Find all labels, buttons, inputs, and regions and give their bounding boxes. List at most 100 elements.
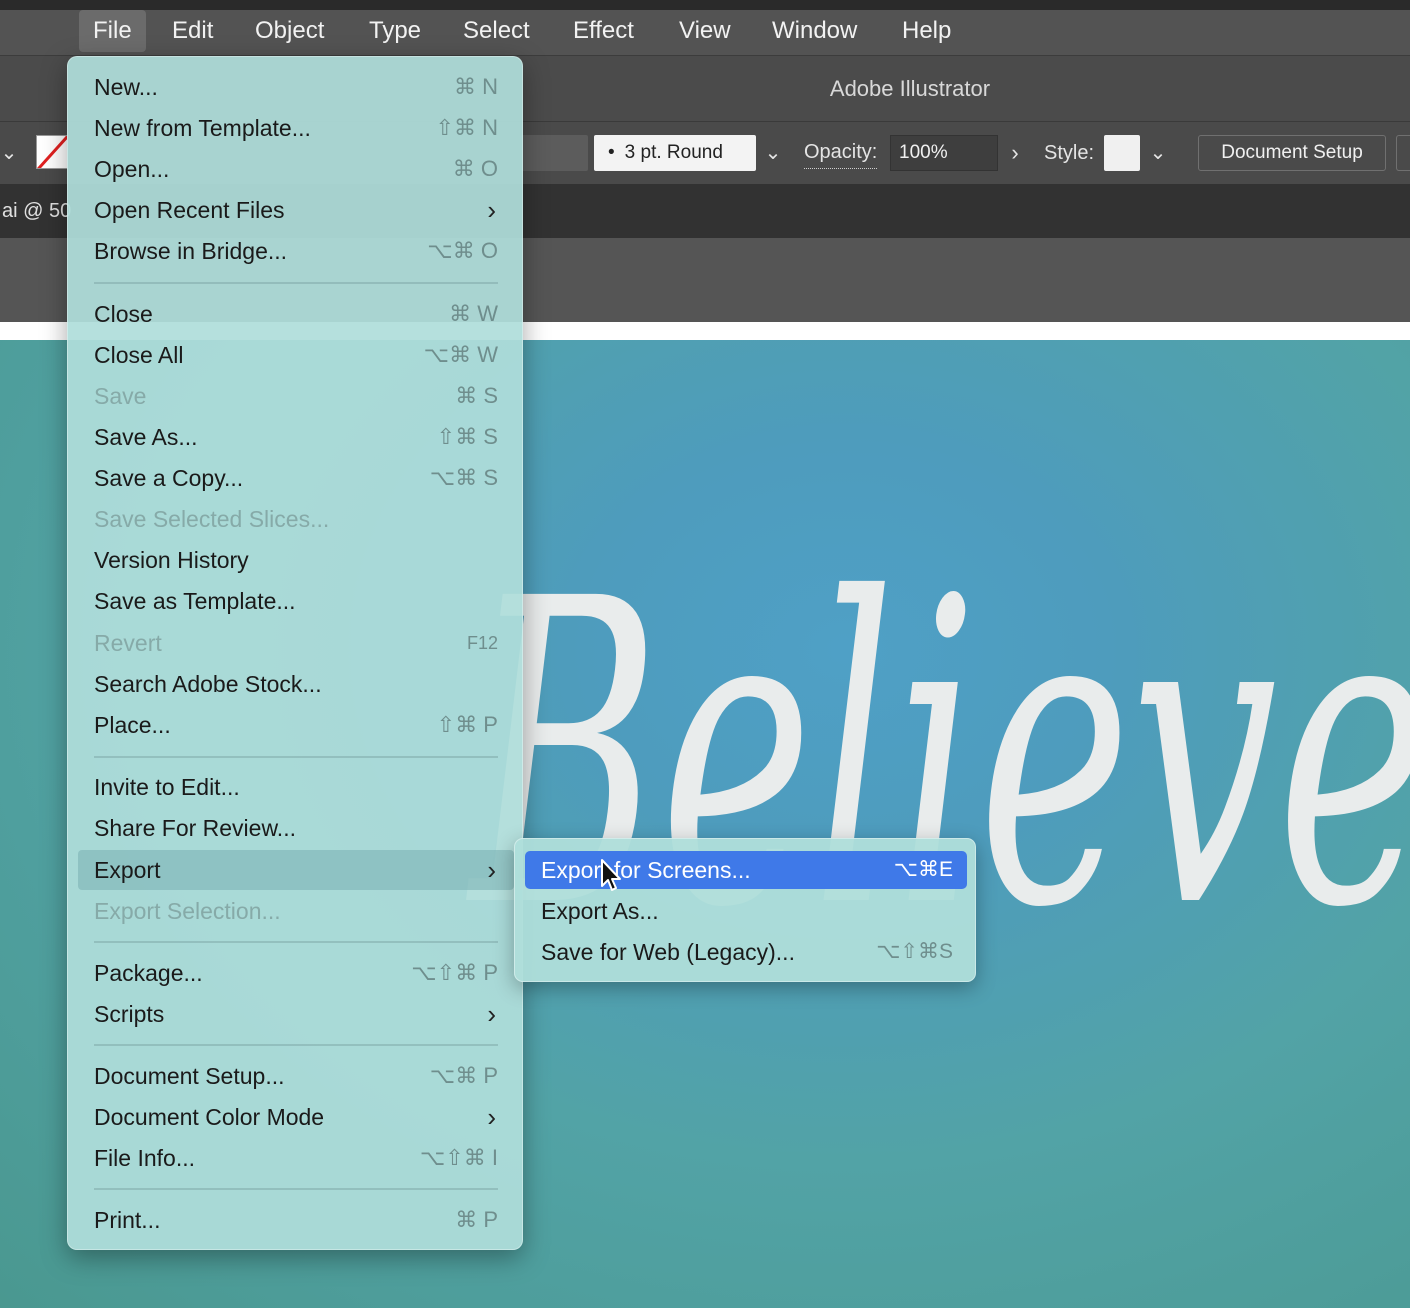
submenu-item-label: Export for Screens... [541,857,751,883]
submenu-item-export-as[interactable]: Export As... [525,892,967,930]
submenu-item-save-for-web[interactable]: Save for Web (Legacy)... ⌥⇧⌘S [525,933,967,971]
menu-item-shortcut: ⌥⌘ P [429,1063,498,1088]
menu-item-label: Share For Review... [94,815,296,841]
menu-item-browse-in-bridge[interactable]: Browse in Bridge... ⌥⌘ O [78,231,514,271]
menu-item-document-color-mode[interactable]: Document Color Mode › [78,1097,514,1137]
menu-item-shortcut: ⌥⇧⌘ P [411,960,498,985]
menu-item-shortcut: ⌥⌘ S [429,465,498,490]
menu-item-shortcut: ⇧⌘ N [435,115,498,140]
menu-item-label: Close All [94,342,184,368]
menu-item-shortcut: ⌘ P [455,1207,498,1232]
menu-item-save-selected-slices[interactable]: Save Selected Slices... [78,499,514,539]
menu-item-label: Browse in Bridge... [94,238,288,264]
menu-item-label: New from Template... [94,115,311,141]
brush-definition-field[interactable]: • 3 pt. Round [594,135,756,171]
menu-item-label: Scripts [94,1001,165,1027]
menu-separator [94,282,498,284]
opacity-label[interactable]: Opacity: [804,137,878,169]
menu-item-shortcut: ⇧⌘ P [436,712,498,737]
menu-item-save[interactable]: Save ⌘ S [78,376,514,416]
menu-item-open-recent-files[interactable]: Open Recent Files › [78,190,514,230]
submenu-chevron-icon: › [487,855,496,885]
menu-item-label: Open Recent Files [94,197,285,223]
app-title: Adobe Illustrator [829,76,991,101]
menu-type[interactable]: Type [355,10,435,52]
submenu-chevron-icon: › [487,999,496,1029]
document-tab[interactable]: ai @ 50 [0,184,71,238]
style-dropdown-chevron-icon[interactable]: ⌄ [1146,135,1170,171]
menu-item-save-a-copy[interactable]: Save a Copy... ⌥⌘ S [78,458,514,498]
menu-item-label: Print... [94,1207,161,1233]
document-setup-button[interactable]: Document Setup [1198,135,1386,171]
menu-item-label: Revert [94,630,162,656]
menu-object[interactable]: Object [241,10,338,52]
bullet-icon: • [608,142,615,163]
submenu-item-export-for-screens[interactable]: Export for Screens... ⌥⌘E [525,851,967,889]
stroke-none-swatch[interactable] [36,135,68,169]
submenu-item-shortcut: ⌥⌘E [893,858,953,881]
file-menu-dropdown: New... ⌘ N New from Template... ⇧⌘ N Ope… [67,56,523,1250]
menu-item-document-setup[interactable]: Document Setup... ⌥⌘ P [78,1056,514,1096]
menu-item-label: Save Selected Slices... [94,506,330,532]
menu-item-shortcut: ⌥⌘ W [423,342,498,367]
menu-item-export[interactable]: Export › [78,850,514,890]
menu-item-shortcut: ⌘ O [452,156,498,181]
menu-item-print[interactable]: Print... ⌘ P [78,1200,514,1240]
menu-item-search-adobe-stock[interactable]: Search Adobe Stock... [78,664,514,704]
chevron-right-icon[interactable]: › [1002,135,1028,171]
submenu-chevron-icon: › [487,195,496,225]
menu-item-export-selection[interactable]: Export Selection... [78,891,514,931]
menu-separator [94,1188,498,1190]
menu-item-shortcut: ⌘ S [455,383,498,408]
next-control-button[interactable] [1396,135,1410,171]
menu-item-shortcut: ⌥⇧⌘ I [419,1145,498,1170]
menu-item-close-all[interactable]: Close All ⌥⌘ W [78,335,514,375]
menu-item-file-info[interactable]: File Info... ⌥⇧⌘ I [78,1138,514,1178]
menu-item-share-for-review[interactable]: Share For Review... [78,808,514,848]
brush-label: 3 pt. Round [624,142,723,163]
menu-separator [94,941,498,943]
brush-dropdown-chevron-icon[interactable]: ⌄ [760,135,786,171]
menu-item-label: Document Setup... [94,1063,285,1089]
menu-item-package[interactable]: Package... ⌥⇧⌘ P [78,953,514,993]
menu-item-shortcut: ⌘ W [449,301,498,326]
menu-item-shortcut: ⌥⌘ O [427,238,498,263]
submenu-item-shortcut: ⌥⇧⌘S [876,940,953,963]
menu-item-close[interactable]: Close ⌘ W [78,294,514,334]
menu-item-label: Document Color Mode [94,1104,325,1130]
menu-item-shortcut: ⇧⌘ S [436,424,498,449]
menu-item-label: Place... [94,712,171,738]
menu-window[interactable]: Window [758,10,871,52]
submenu-item-label: Export As... [541,898,659,924]
menu-item-save-as[interactable]: Save As... ⇧⌘ S [78,417,514,457]
menu-item-shortcut: F12 [466,633,498,653]
menu-item-invite-to-edit[interactable]: Invite to Edit... [78,767,514,807]
menu-item-new-from-template[interactable]: New from Template... ⇧⌘ N [78,108,514,148]
menu-item-shortcut: ⌘ N [454,74,498,99]
menu-item-new[interactable]: New... ⌘ N [78,67,514,107]
stroke-weight-field[interactable] [520,135,588,171]
menu-file[interactable]: File [79,10,146,52]
opacity-input[interactable]: 100% [890,135,998,171]
export-submenu: Export for Screens... ⌥⌘E Export As... S… [514,838,976,982]
menubar: File Edit Object Type Select Effect View… [0,10,1410,56]
menu-item-label: Open... [94,156,170,182]
menu-item-save-as-template[interactable]: Save as Template... [78,581,514,621]
menu-item-label: Search Adobe Stock... [94,671,322,697]
window-top-strip [0,0,1410,10]
menu-view[interactable]: View [665,10,745,52]
menu-edit[interactable]: Edit [158,10,227,52]
menu-item-revert[interactable]: Revert F12 [78,623,514,663]
menu-item-version-history[interactable]: Version History [78,540,514,580]
style-swatch[interactable] [1104,135,1140,171]
menu-item-label: Export [94,857,161,883]
chevron-down-icon[interactable]: ⌄ [0,135,18,171]
menu-item-scripts[interactable]: Scripts › [78,994,514,1034]
menu-item-label: Save as Template... [94,588,296,614]
menu-select[interactable]: Select [449,10,544,52]
menu-effect[interactable]: Effect [559,10,648,52]
menu-help[interactable]: Help [888,10,965,52]
menu-item-open[interactable]: Open... ⌘ O [78,149,514,189]
menu-item-place[interactable]: Place... ⇧⌘ P [78,705,514,745]
menu-item-label: Save As... [94,424,198,450]
